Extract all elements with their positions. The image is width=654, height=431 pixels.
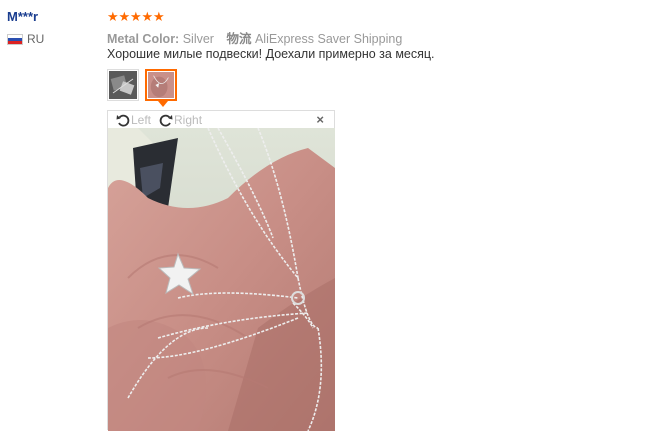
feedback-text: Хорошие милые подвески! Доехали примерно… xyxy=(107,47,435,61)
review-photo xyxy=(108,128,335,431)
star-rating: ★ ★ ★ ★ ★ xyxy=(107,10,165,24)
star-icon: ★ xyxy=(118,9,131,24)
star-icon: ★ xyxy=(107,9,119,24)
rotate-left-label: Left xyxy=(131,112,152,127)
reviewer-name[interactable]: M***r xyxy=(7,9,38,24)
photo-viewer: Left Right × xyxy=(107,110,335,431)
order-meta: Metal Color: Silver 物流 AliExpress Saver … xyxy=(107,28,402,47)
reviewer-column: M***r RU xyxy=(0,0,100,430)
rotate-left-button[interactable]: Left xyxy=(116,113,151,127)
viewer-toolbar: Left Right × xyxy=(108,111,334,128)
thumbnail-image xyxy=(148,72,174,98)
rotate-right-icon xyxy=(159,114,173,127)
photo-thumbnail-active[interactable] xyxy=(145,69,177,107)
photo-thumbnail[interactable] xyxy=(107,69,139,101)
star-icon: ★ xyxy=(141,9,154,24)
country-code: RU xyxy=(27,32,45,46)
thumbnail-image xyxy=(109,71,137,99)
active-indicator-caret xyxy=(158,101,168,107)
reviewer-country: RU xyxy=(7,32,44,46)
shipping-value: AliExpress Saver Shipping xyxy=(254,32,403,46)
review-photo-image xyxy=(108,128,335,431)
rotate-left-icon xyxy=(116,114,130,127)
close-viewer-button[interactable]: × xyxy=(316,112,324,127)
rotate-right-button[interactable]: Right xyxy=(159,113,202,127)
color-value: Silver xyxy=(182,32,214,46)
shipping-label: 物流 xyxy=(226,32,252,46)
rotate-right-label: Right xyxy=(174,112,203,127)
russia-flag-icon xyxy=(7,33,23,45)
star-icon: ★ xyxy=(130,9,142,24)
photo-thumbnails xyxy=(107,69,183,107)
star-icon: ★ xyxy=(153,9,165,24)
color-label: Metal Color: xyxy=(107,32,180,46)
